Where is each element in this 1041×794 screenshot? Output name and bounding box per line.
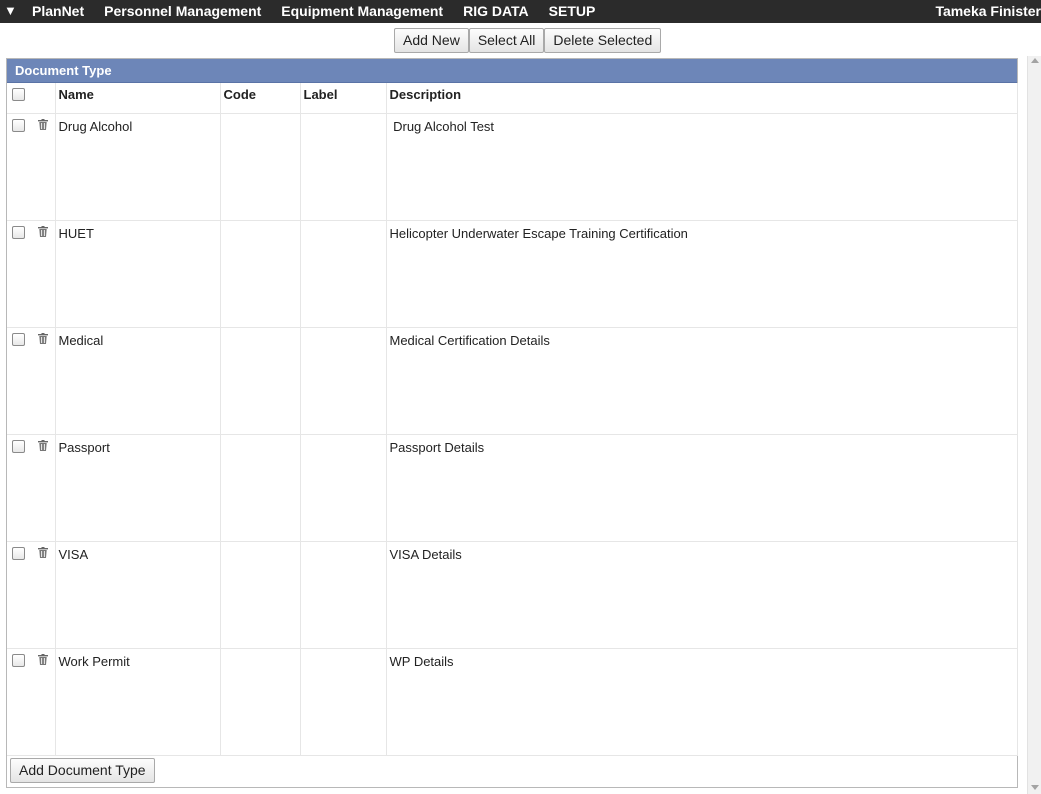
row-checkbox[interactable]: [12, 439, 25, 453]
cell-name[interactable]: Drug Alcohol: [55, 113, 221, 221]
cell-label: [300, 434, 387, 542]
select-all-button[interactable]: Select All: [468, 28, 545, 53]
cell-label: [300, 327, 387, 435]
cell-label: [300, 113, 387, 221]
nav-item-rig-data[interactable]: RIG DATA: [463, 3, 529, 19]
action-toolbar: Add New Select All Delete Selected: [394, 28, 662, 53]
cell-description: Helicopter Underwater Escape Training Ce…: [386, 220, 1018, 328]
trash-icon[interactable]: [38, 225, 48, 237]
panel-title: Document Type: [7, 59, 1017, 83]
cell-description: Passport Details: [386, 434, 1018, 542]
cell-name[interactable]: Medical: [55, 327, 221, 435]
scroll-down-icon[interactable]: [1031, 785, 1039, 790]
trash-icon[interactable]: [38, 546, 48, 558]
row-delete-cell: [34, 220, 56, 328]
row-checkbox-cell: [7, 113, 34, 221]
row-checkbox[interactable]: [12, 225, 25, 239]
menu-toggle-icon[interactable]: ▼: [4, 3, 17, 18]
column-header-code[interactable]: Code: [220, 83, 301, 114]
column-header-description[interactable]: Description: [386, 83, 1018, 114]
delete-column-header: [34, 83, 56, 114]
document-type-table: Name Code Label Description Drug Alcohol…: [7, 83, 1018, 756]
cell-name[interactable]: Passport: [55, 434, 221, 542]
table-row: Medical Medical Certification Details: [7, 327, 1018, 435]
cell-name[interactable]: HUET: [55, 220, 221, 328]
cell-description: VISA Details: [386, 541, 1018, 649]
row-checkbox-cell: [7, 434, 34, 542]
table-row: Passport Passport Details: [7, 434, 1018, 542]
cell-description: WP Details: [386, 648, 1018, 756]
row-checkbox[interactable]: [12, 118, 25, 132]
cell-code: [220, 327, 301, 435]
page-scrollbar[interactable]: [1027, 56, 1041, 794]
row-checkbox[interactable]: [12, 653, 25, 667]
row-delete-cell: [34, 648, 56, 756]
trash-icon[interactable]: [38, 653, 48, 665]
row-checkbox[interactable]: [12, 332, 25, 346]
table-row: Work Permit WP Details: [7, 648, 1018, 756]
trash-icon[interactable]: [38, 332, 48, 344]
cell-code: [220, 113, 301, 221]
cell-description: Medical Certification Details: [386, 327, 1018, 435]
row-checkbox[interactable]: [12, 546, 25, 560]
cell-code: [220, 434, 301, 542]
document-type-panel: Document Type Name Code Label Descriptio…: [6, 58, 1018, 788]
top-navigation-bar: ▼ PlanNet Personnel Management Equipment…: [0, 0, 1041, 23]
cell-code: [220, 648, 301, 756]
cell-description: Drug Alcohol Test: [386, 113, 1018, 221]
row-checkbox-cell: [7, 541, 34, 649]
table-row: VISA VISA Details: [7, 541, 1018, 649]
cell-label: [300, 648, 387, 756]
trash-icon[interactable]: [38, 439, 48, 451]
row-checkbox-cell: [7, 327, 34, 435]
scroll-up-icon[interactable]: [1031, 58, 1039, 63]
row-delete-cell: [34, 113, 56, 221]
cell-code: [220, 220, 301, 328]
add-new-button[interactable]: Add New: [394, 28, 469, 53]
trash-icon[interactable]: [38, 118, 48, 130]
select-all-checkbox-cell: [7, 83, 34, 114]
row-checkbox-cell: [7, 220, 34, 328]
cell-code: [220, 541, 301, 649]
row-delete-cell: [34, 541, 56, 649]
column-header-name[interactable]: Name: [55, 83, 221, 114]
column-header-label[interactable]: Label: [300, 83, 387, 114]
nav-item-personnel-management[interactable]: Personnel Management: [104, 3, 261, 19]
row-delete-cell: [34, 327, 56, 435]
nav-item-equipment-management[interactable]: Equipment Management: [281, 3, 443, 19]
nav-item-plannet[interactable]: PlanNet: [32, 3, 84, 19]
delete-selected-button[interactable]: Delete Selected: [544, 28, 662, 53]
select-all-checkbox[interactable]: [12, 88, 25, 101]
table-header-row: Name Code Label Description: [7, 83, 1018, 114]
user-name[interactable]: Tameka Finister: [935, 3, 1041, 19]
nav-item-setup[interactable]: SETUP: [549, 3, 596, 19]
cell-name[interactable]: Work Permit: [55, 648, 221, 756]
cell-name[interactable]: VISA: [55, 541, 221, 649]
row-delete-cell: [34, 434, 56, 542]
table-row: HUET Helicopter Underwater Escape Traini…: [7, 220, 1018, 328]
add-document-type-button[interactable]: Add Document Type: [10, 758, 155, 783]
cell-label: [300, 220, 387, 328]
row-checkbox-cell: [7, 648, 34, 756]
cell-label: [300, 541, 387, 649]
main-nav: PlanNet Personnel Management Equipment M…: [32, 3, 615, 19]
table-row: Drug Alcohol Drug Alcohol Test: [7, 113, 1018, 221]
